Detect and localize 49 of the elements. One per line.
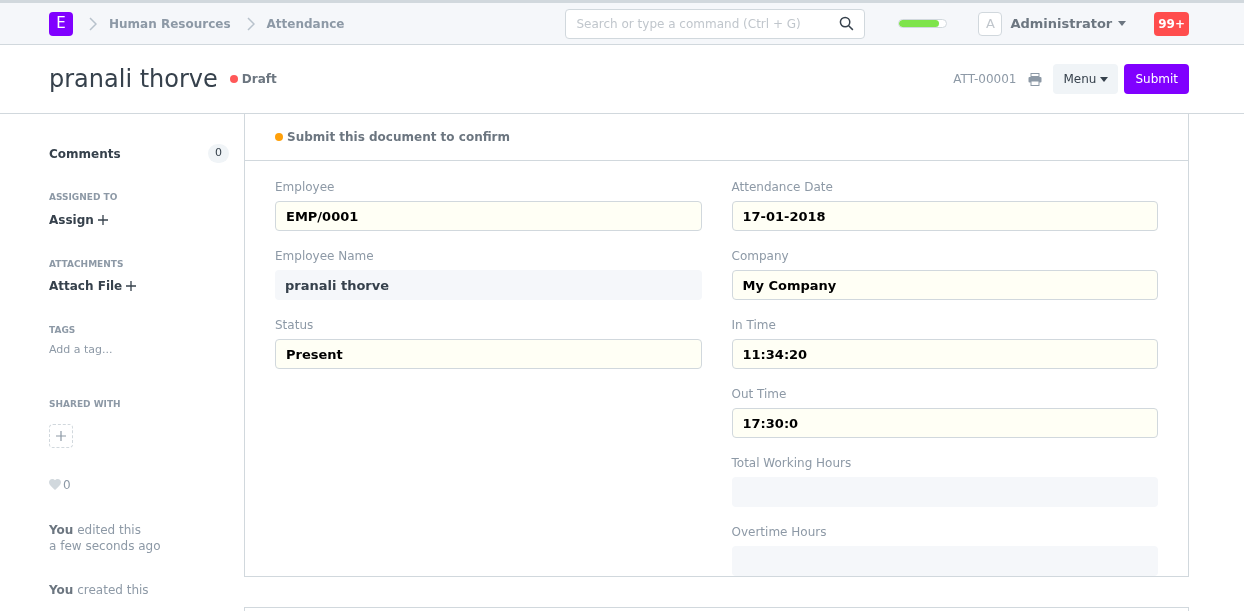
field-label: Attendance Date <box>731 179 834 195</box>
field-label: Status <box>275 317 315 333</box>
chevron-icon <box>89 16 97 31</box>
activity-entry: You created this <box>49 581 150 598</box>
text-field[interactable]: 11:34:20 <box>731 339 1158 369</box>
search-icon <box>839 16 855 31</box>
plus-icon <box>97 214 108 225</box>
field-label: Out Time <box>731 386 788 402</box>
text-field[interactable]: My Company <box>731 270 1158 300</box>
chevron-icon <box>246 16 255 31</box>
field-label: Company <box>731 248 790 264</box>
field-label: Overtime Hours <box>731 524 828 540</box>
comments-label[interactable]: Comments <box>49 144 121 163</box>
app-logo[interactable]: E <box>49 11 73 36</box>
sidebar-link[interactable]: Attach File <box>49 277 137 295</box>
field-label: In Time <box>731 317 777 333</box>
section-heading: ATTACHMENTS <box>49 257 125 271</box>
caret-icon <box>1100 76 1109 82</box>
page-title: pranali thorve <box>49 64 218 95</box>
text-field[interactable]: 17:30:0 <box>731 408 1158 438</box>
section-heading: SHARED WITH <box>49 398 122 411</box>
comment-count: 0 <box>208 144 229 163</box>
submit-button[interactable]: Submit <box>1124 64 1189 94</box>
field-label: Employee Name <box>275 248 375 264</box>
plus-icon <box>126 281 137 291</box>
field-label: Total Working Hours <box>731 455 853 471</box>
text-field[interactable]: Present <box>275 339 702 369</box>
search-input[interactable]: Search or type a command (Ctrl + G) <box>576 14 840 33</box>
sidebar-link[interactable]: Assign <box>49 210 108 229</box>
field-label: Employee <box>275 179 336 195</box>
print-icon[interactable] <box>1028 72 1043 86</box>
plus-icon <box>56 430 66 441</box>
readonly-field[interactable] <box>731 546 1158 576</box>
menu-button[interactable]: Menu <box>1053 64 1119 94</box>
section-heading: TAGS <box>49 324 77 337</box>
search-field[interactable]: Search or type a command (Ctrl + G) <box>565 8 866 39</box>
like-count: 0 <box>63 476 71 494</box>
activity-entry: You edited this a few seconds ago <box>49 521 162 554</box>
caret-icon <box>1118 21 1127 26</box>
user-menu[interactable]: Administrator <box>1010 13 1127 34</box>
indicator-text: Submit this document to confirm <box>287 129 510 146</box>
text-field[interactable]: 17-01-2018 <box>731 201 1158 231</box>
add-share-button[interactable] <box>49 423 73 448</box>
readonly-field[interactable]: pranali thorve <box>275 270 702 300</box>
section-heading: ASSIGNED TO <box>49 191 119 204</box>
document-id: ATT-00001 <box>953 71 1017 88</box>
text-field[interactable]: EMP/0001 <box>275 201 702 231</box>
document-status: Draft <box>241 71 277 88</box>
heart-icon[interactable] <box>49 479 61 490</box>
